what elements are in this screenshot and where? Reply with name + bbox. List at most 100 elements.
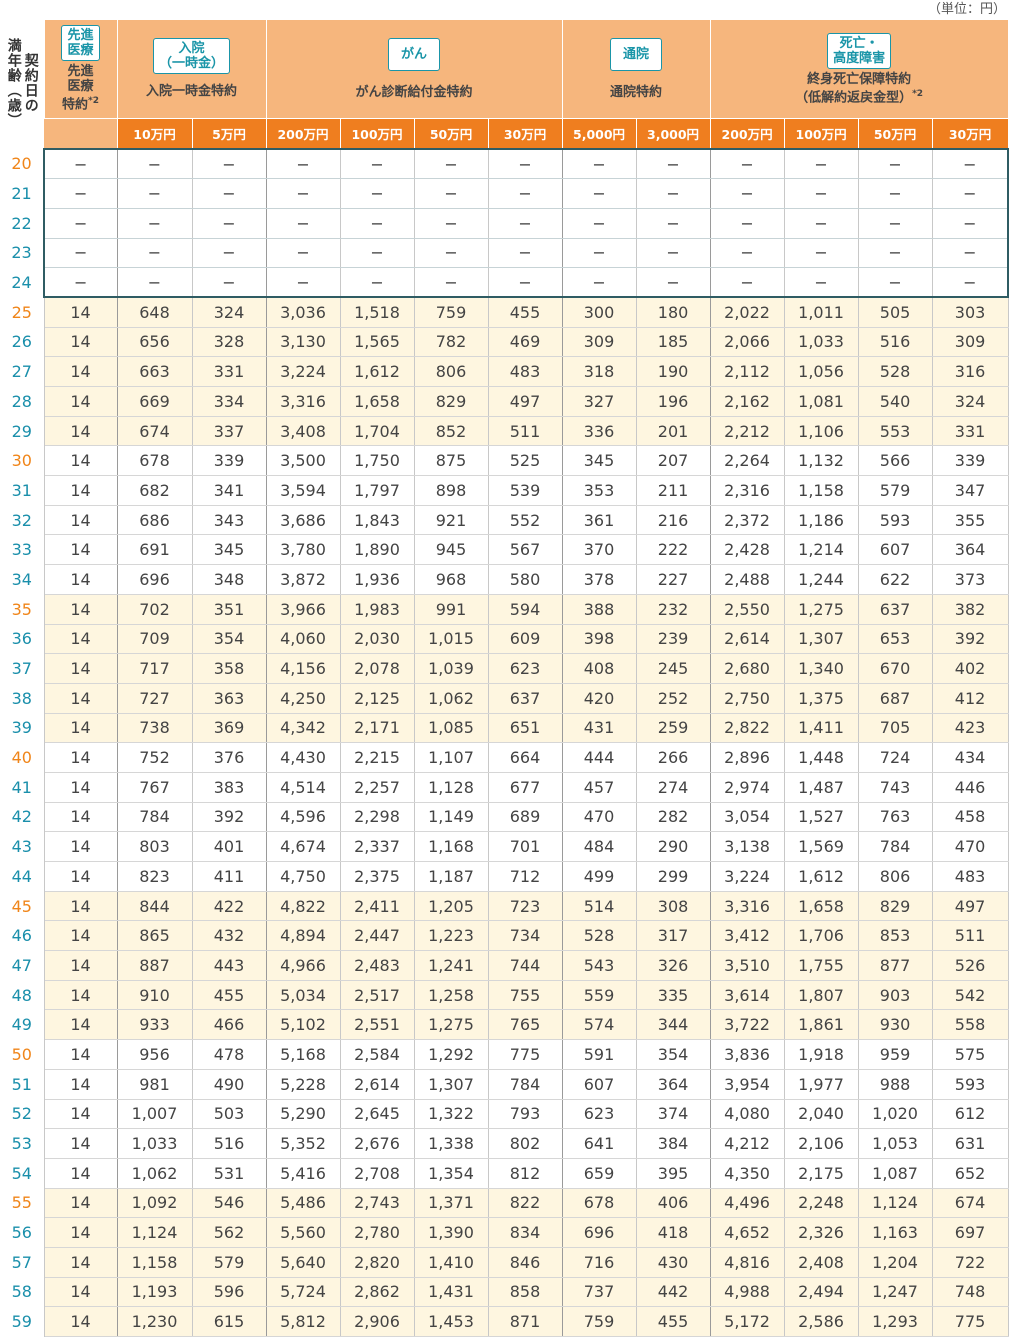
rate-cell: − — [562, 267, 637, 299]
rate-cell: 1,081 — [784, 386, 859, 417]
rate-cell: − — [858, 148, 933, 180]
rate-cell: 14 — [44, 683, 118, 714]
rate-cell: 727 — [117, 683, 193, 714]
rate-cell: − — [117, 267, 193, 299]
age-header-cell: 契約日の 満年齢（歳） — [0, 20, 44, 149]
rate-cell: − — [636, 178, 711, 209]
rate-cell: 5,228 — [266, 1069, 341, 1100]
rate-cell: 2,248 — [784, 1188, 859, 1219]
rate-cell: − — [488, 238, 563, 269]
rate-cell: 623 — [562, 1099, 637, 1130]
rate-cell: 765 — [488, 1009, 563, 1041]
table-row: 59 14 1,230 615 5,812 2,906 1,453 871 759 455 5,17… — [0, 1306, 1009, 1337]
rate-cell: 1,293 — [858, 1306, 933, 1337]
rate-cell: 1,307 — [414, 1069, 489, 1100]
rate-cell: 1,241 — [414, 950, 489, 981]
rate-cell: 596 — [192, 1277, 267, 1308]
rate-cell: 696 — [117, 564, 193, 595]
rate-cell: 2,517 — [340, 980, 415, 1011]
rate-cell: 2,614 — [340, 1069, 415, 1100]
rate-cell: 337 — [192, 416, 267, 447]
rate-cell: 1,918 — [784, 1039, 859, 1070]
rate-cell: 1,569 — [784, 831, 859, 862]
age-cell: 42 — [0, 802, 45, 832]
rate-cell: 4,496 — [710, 1188, 785, 1219]
rate-cell: 579 — [858, 475, 933, 506]
rate-cell: − — [43, 208, 118, 239]
rate-cell: 432 — [192, 920, 267, 952]
rate-cell: 434 — [932, 742, 1009, 773]
rate-cell: 2,040 — [784, 1099, 859, 1130]
rate-cell: 3,316 — [266, 386, 341, 417]
rate-cell: 4,988 — [710, 1277, 785, 1308]
rate-cell: 14 — [44, 920, 118, 952]
rate-cell: 686 — [117, 505, 193, 536]
rate-cell: 1,448 — [784, 742, 859, 773]
table-row: 42 14 784 392 4,596 2,298 1,149 689 470 282 3,054 1… — [0, 802, 1009, 833]
subheader-cell: 200万円 — [710, 117, 785, 149]
rate-cell: 14 — [44, 475, 118, 506]
rate-cell: 2,171 — [340, 713, 415, 744]
table-row: 51 14 981 490 5,228 2,614 1,307 784 607 364 3,954 1… — [0, 1069, 1009, 1100]
rate-cell: − — [266, 178, 341, 209]
rate-cell: 1,158 — [117, 1247, 193, 1278]
rate-cell: 609 — [488, 624, 563, 655]
rate-cell: 1,033 — [784, 327, 859, 358]
rate-cell: 724 — [858, 742, 933, 773]
rate-cell: 14 — [44, 891, 118, 922]
rate-cell: 384 — [636, 1128, 711, 1159]
age-cell: 50 — [0, 1039, 45, 1070]
rate-cell: 959 — [858, 1039, 933, 1070]
rate-cell: 185 — [636, 327, 711, 358]
rate-cell: − — [266, 238, 341, 269]
age-cell: 43 — [0, 831, 45, 862]
rate-cell: 355 — [932, 505, 1009, 536]
rate-cell: 4,060 — [266, 624, 341, 655]
rate-cell: 14 — [44, 802, 118, 833]
rate-cell: 3,836 — [710, 1039, 785, 1070]
rate-cell: 1,128 — [414, 772, 489, 803]
rate-cell: 299 — [636, 861, 711, 892]
rate-cell: 3,966 — [266, 594, 341, 625]
age-cell: 37 — [0, 653, 45, 684]
rate-cell: 2,750 — [710, 683, 785, 714]
table-row: 27 14 663 331 3,224 1,612 806 483 318 190 2,112 1,0… — [0, 356, 1009, 387]
rate-cell: 497 — [488, 386, 563, 417]
rate-cell: 716 — [562, 1247, 637, 1278]
rate-cell: 3,408 — [266, 416, 341, 447]
rate-cell: 227 — [636, 564, 711, 595]
rate-cell: 875 — [414, 445, 489, 477]
rate-cell: 490 — [192, 1069, 267, 1100]
rate-cell: 484 — [562, 831, 637, 862]
rate-cell: 607 — [562, 1069, 637, 1100]
table-row: 47 14 887 443 4,966 2,483 1,241 744 543 326 3,510 1… — [0, 950, 1009, 981]
rate-cell: 418 — [636, 1217, 711, 1248]
rate-cell: − — [636, 148, 711, 180]
rate-cell: − — [932, 178, 1010, 209]
rate-cell: 14 — [44, 534, 118, 566]
rate-cell: 945 — [414, 534, 489, 566]
rate-cell: 3,412 — [710, 920, 785, 952]
rate-cell: 383 — [192, 772, 267, 803]
rate-cell: − — [414, 238, 489, 269]
rate-cell: 2,645 — [340, 1099, 415, 1130]
age-cell: 40 — [0, 742, 45, 773]
rate-cell: 1,204 — [858, 1247, 933, 1278]
rate-cell: − — [117, 148, 193, 180]
rate-cell: 528 — [562, 920, 637, 952]
rate-cell: 201 — [636, 416, 711, 447]
rate-cell: 4,966 — [266, 950, 341, 981]
rate-cell: 446 — [932, 772, 1009, 803]
rate-cell: 858 — [488, 1277, 563, 1308]
rate-cell: 222 — [636, 534, 711, 566]
rate-cell: 829 — [858, 891, 933, 922]
rate-cell: 373 — [932, 564, 1009, 595]
rate-cell: − — [710, 238, 785, 269]
subheader-cell: 100万円 — [340, 117, 415, 149]
rate-cell: 1,275 — [414, 1009, 489, 1041]
rate-cell: 2,125 — [340, 683, 415, 714]
rate-cell: 2,820 — [340, 1247, 415, 1278]
rate-cell: − — [192, 238, 267, 269]
rate-cell: 411 — [192, 861, 267, 892]
rate-cell: 2,030 — [340, 624, 415, 655]
